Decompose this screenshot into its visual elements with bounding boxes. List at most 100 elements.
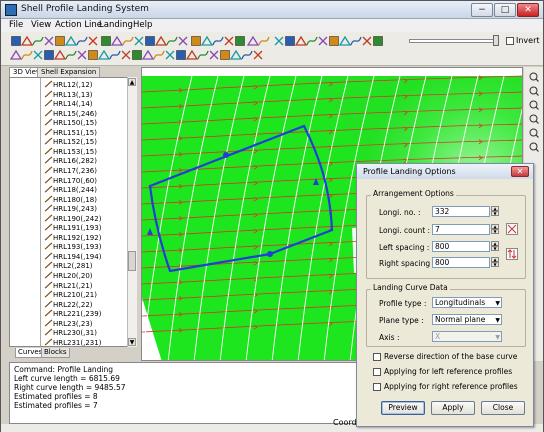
- landing-curve-group-title: Landing Curve Data: [371, 283, 450, 292]
- tree-item[interactable]: HRL23(,23): [44, 319, 93, 329]
- tree-item-label: HRL20(,20): [53, 272, 93, 280]
- tree-item[interactable]: HRL170(,60): [44, 176, 97, 186]
- menu-help[interactable]: Help: [133, 20, 152, 30]
- tree-item-label: HRL22(,22): [53, 300, 93, 309]
- maximize-button[interactable]: □: [494, 3, 516, 17]
- close-dialog-button[interactable]: Close: [481, 401, 525, 415]
- tree-item[interactable]: HRL12(,12): [44, 80, 93, 90]
- menu-landing[interactable]: Landing: [99, 20, 133, 30]
- reverse-direction-checkbox[interactable]: [373, 353, 381, 361]
- curve-icon: [44, 309, 53, 317]
- apply-button[interactable]: Apply: [431, 401, 475, 415]
- tree-item[interactable]: HRL151(,15): [44, 128, 97, 138]
- right-reference-checkbox[interactable]: [373, 383, 381, 391]
- tree-item[interactable]: HRL17(,236): [44, 166, 97, 176]
- curve-icon: [44, 204, 53, 212]
- profile-type-select[interactable]: Longitudinals ▼: [432, 297, 502, 308]
- fit-view-icon[interactable]: [528, 141, 539, 152]
- longi-no-spinner[interactable]: ▲ ▼: [491, 206, 499, 217]
- left-reference-checkbox[interactable]: [373, 368, 381, 376]
- tree-item[interactable]: HRL180(,18): [44, 195, 97, 205]
- scroll-up-arrow[interactable]: ▲: [128, 78, 136, 86]
- close-button[interactable]: ✕: [517, 3, 539, 17]
- tree-item[interactable]: HRL230(,31): [44, 328, 97, 338]
- left-spacing-spinner[interactable]: ▲ ▼: [491, 241, 499, 252]
- tab-shell-expansion[interactable]: Shell Expansion: [37, 67, 101, 77]
- tree-item[interactable]: HRL18(,244): [44, 185, 97, 195]
- tree-item[interactable]: HRL14(,14): [44, 99, 93, 109]
- menu-file[interactable]: File: [9, 20, 23, 30]
- zoom-icon[interactable]: [372, 35, 384, 47]
- tree-item[interactable]: HRL191(,193): [44, 223, 101, 233]
- tree-item[interactable]: HRL19(,243): [44, 204, 97, 214]
- invert-checkbox[interactable]: [506, 37, 514, 45]
- curve-icon: [44, 118, 53, 126]
- tree-item-label: HRL151(,15): [53, 128, 97, 137]
- tree-item[interactable]: HRL2(,281): [44, 261, 93, 271]
- tree-item[interactable]: HRL193(,193): [44, 242, 101, 252]
- join-icon[interactable]: [177, 35, 189, 47]
- dialog-title: Profile Landing Options: [363, 167, 456, 176]
- tree-item[interactable]: HRL192(,192): [44, 233, 101, 243]
- longi-count-spinner[interactable]: ▲ ▼: [491, 224, 499, 235]
- select-arrow-icon[interactable]: [528, 71, 539, 82]
- tree-item[interactable]: HRL16(,282): [44, 156, 97, 166]
- longi-count-input[interactable]: 7: [432, 224, 490, 235]
- pan-icon[interactable]: [528, 85, 539, 96]
- zoom-window-icon[interactable]: [528, 127, 539, 138]
- main-window: Shell Profile Landing System − □ ✕ File …: [0, 0, 544, 432]
- left-spacing-label: Left spacing :: [379, 243, 430, 252]
- tree-item[interactable]: HRL221(,239): [44, 309, 101, 319]
- boundary-handle-top[interactable]: [223, 152, 229, 158]
- zoom-icon[interactable]: [528, 113, 539, 124]
- tree-item[interactable]: HRL210(,21): [44, 290, 97, 300]
- reverse-icon[interactable]: [506, 223, 518, 235]
- swap-spacing-icon[interactable]: [506, 248, 518, 260]
- right-spacing-spinner[interactable]: ▲ ▼: [491, 257, 499, 268]
- opacity-slider[interactable]: [409, 39, 499, 43]
- fill-icon[interactable]: [258, 35, 270, 47]
- right-spacing-input[interactable]: 800: [432, 257, 490, 268]
- chevron-down-icon: ▼: [495, 300, 500, 307]
- tree-item[interactable]: HRL150(,15): [44, 118, 97, 128]
- folder-icon[interactable]: [87, 35, 99, 47]
- menu-action-line[interactable]: Action Line: [55, 20, 102, 30]
- chevron-down-icon: ▼: [495, 317, 500, 324]
- rotate-icon[interactable]: [528, 99, 539, 110]
- curve-icon: [44, 242, 53, 250]
- left-spacing-input[interactable]: 800: [432, 241, 490, 252]
- tree-item-label: HRL194(,194): [53, 252, 102, 261]
- minimize-button[interactable]: −: [471, 3, 493, 17]
- preview-button[interactable]: Preview: [381, 401, 425, 415]
- tree-item[interactable]: HRL231(,231): [44, 338, 101, 346]
- boundary-handle-bottom[interactable]: [267, 251, 273, 257]
- tree-item[interactable]: HRL13(,13): [44, 90, 93, 100]
- menu-view[interactable]: View: [31, 20, 51, 30]
- layer-icon[interactable]: [234, 35, 246, 47]
- tree-item[interactable]: HRL21(,21): [44, 281, 93, 291]
- plane-type-select[interactable]: Normal plane ▼: [432, 314, 502, 325]
- profile-landing-dialog: Profile Landing Options ✕ Arrangement Op…: [356, 163, 534, 427]
- tree-item-label: HRL170(,60): [53, 176, 97, 185]
- curve-icon: [44, 223, 53, 231]
- app-icon: [5, 4, 17, 16]
- tree-scrollbar[interactable]: [127, 77, 137, 347]
- tree-item[interactable]: HRL194(,194): [44, 252, 101, 262]
- scroll-down-arrow[interactable]: ▼: [128, 338, 136, 346]
- tree-item[interactable]: HRL22(,22): [44, 300, 93, 310]
- tree-item[interactable]: HRL190(,242): [44, 214, 101, 224]
- tree-scroll-thumb[interactable]: [128, 251, 136, 271]
- console-line: Estimated profiles = 7: [14, 401, 98, 410]
- longi-no-input[interactable]: 332: [432, 206, 490, 217]
- tree-item[interactable]: HRL153(,15): [44, 147, 97, 157]
- slider-thumb[interactable]: [493, 35, 499, 46]
- tree-item-label: HRL193(,193): [53, 243, 102, 252]
- curve-icon: [44, 90, 53, 98]
- tab-blocks[interactable]: Blocks: [41, 348, 70, 358]
- tree-item[interactable]: HRL152(,15): [44, 137, 97, 147]
- curve-icon: [44, 109, 53, 117]
- tree-item[interactable]: HRL20(,20): [44, 271, 93, 281]
- join-icon[interactable]: [252, 49, 264, 61]
- dialog-close-button[interactable]: ✕: [511, 166, 529, 177]
- tree-item[interactable]: HRL15(,246): [44, 109, 97, 119]
